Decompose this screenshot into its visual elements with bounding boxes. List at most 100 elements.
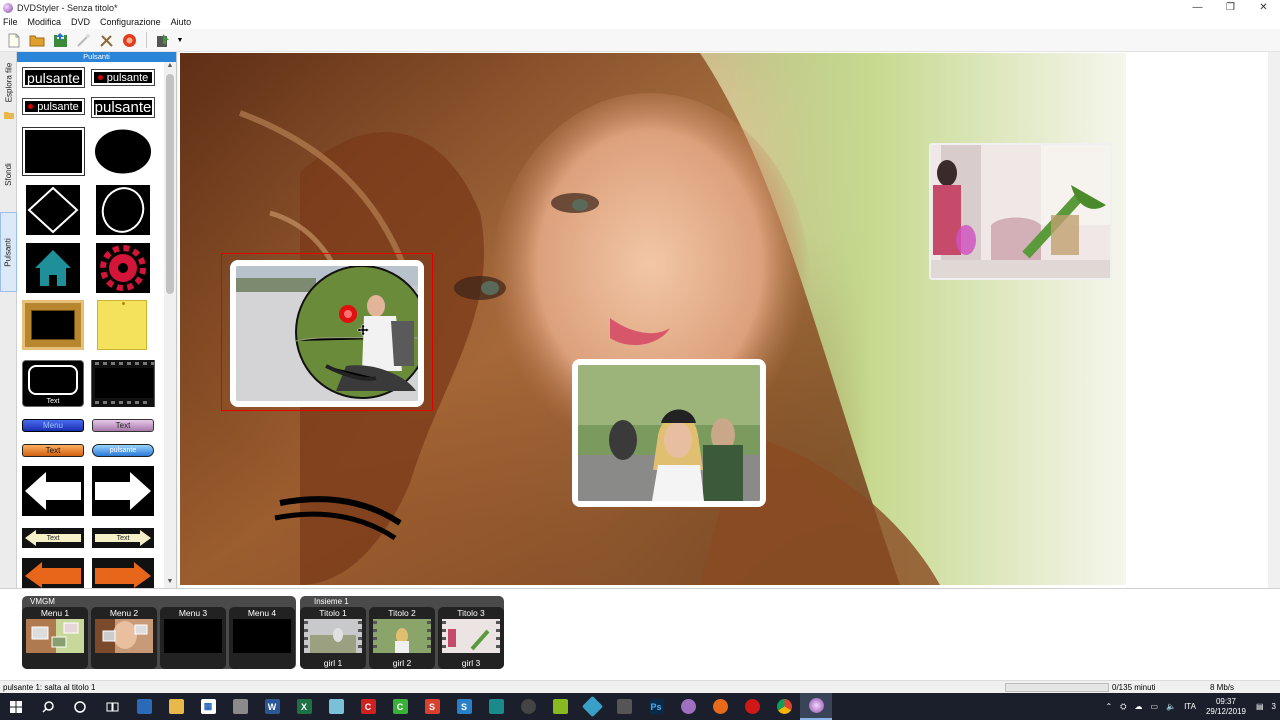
folder-tab[interactable]: [0, 110, 17, 120]
palette-dot-button[interactable]: pulsante: [91, 69, 155, 86]
menu-dvd[interactable]: DVD: [71, 17, 90, 27]
cloud-icon[interactable]: ☁: [1135, 702, 1143, 711]
taskbar-app-store[interactable]: ▦: [192, 693, 224, 720]
palette-orange-text-button[interactable]: Text: [22, 444, 84, 457]
taskbar-app-photoshop[interactable]: Ps: [640, 693, 672, 720]
disc-usage-bar: [1005, 683, 1109, 692]
palette-arrow-right[interactable]: [92, 466, 154, 516]
new-file-button[interactable]: [3, 31, 25, 49]
taskbar-app-18[interactable]: [672, 693, 704, 720]
palette-large-text-button[interactable]: pulsante: [91, 97, 155, 118]
save-button[interactable]: [49, 31, 71, 49]
palette-sticky-note[interactable]: [97, 300, 147, 350]
palette-pink-text-button[interactable]: Text: [92, 419, 154, 432]
palette-rectangle-shape[interactable]: [22, 127, 85, 176]
scroll-down-icon[interactable]: ▼: [164, 578, 176, 588]
title-1-thumb[interactable]: Titolo 1 girl 1: [300, 607, 366, 669]
search-button[interactable]: [32, 693, 64, 720]
task-view-button[interactable]: [96, 693, 128, 720]
menu-1-thumb[interactable]: Menu 1: [22, 607, 88, 669]
palette-film-frame[interactable]: [91, 360, 155, 407]
taskbar-app-9[interactable]: C: [384, 693, 416, 720]
taskbar-app-explorer[interactable]: [160, 693, 192, 720]
menu-configurazione[interactable]: Configurazione: [100, 17, 161, 27]
menu-file[interactable]: File: [3, 17, 18, 27]
open-folder-button[interactable]: [26, 31, 48, 49]
menu-modifica[interactable]: Modifica: [28, 17, 62, 27]
menu-canvas[interactable]: [180, 53, 1126, 585]
taskbar-app-excel[interactable]: X: [288, 693, 320, 720]
export-dropdown[interactable]: ▼: [175, 31, 185, 49]
chevron-up-icon[interactable]: ⌃: [1105, 702, 1112, 711]
palette-text-arrow-left[interactable]: Text: [22, 528, 84, 548]
notification-icon[interactable]: ▤: [1256, 702, 1264, 711]
button-1-photo[interactable]: [230, 260, 424, 407]
scroll-up-icon[interactable]: ▲: [164, 62, 176, 72]
palette-dot-button-2[interactable]: pulsante: [22, 98, 85, 115]
minimize-button[interactable]: —: [1181, 0, 1214, 15]
system-tray: ⌃ ⛭ ☁ ▭ 🔈 ITA 09:37 29/12/2019 ▤ 3: [1101, 693, 1280, 720]
taskbar-app-14[interactable]: [544, 693, 576, 720]
taskbar-app-1[interactable]: [128, 693, 160, 720]
taskbar-app-word[interactable]: W: [256, 693, 288, 720]
canvas-scrollbar[interactable]: [1268, 52, 1280, 588]
taskbar-app-7[interactable]: [320, 693, 352, 720]
taskbar-app-15[interactable]: [576, 693, 608, 720]
clock[interactable]: 09:37 29/12/2019: [1206, 697, 1246, 717]
close-button[interactable]: ✕: [1247, 0, 1280, 15]
menu-4-thumb[interactable]: Menu 4: [229, 607, 295, 669]
new-file-icon: [8, 33, 20, 47]
tab-sfondi[interactable]: Sfondi: [0, 152, 17, 196]
taskbar-app-10[interactable]: S: [416, 693, 448, 720]
export-button[interactable]: [152, 31, 174, 49]
burn-button[interactable]: [72, 31, 94, 49]
tab-esplora-file[interactable]: Esplora file: [0, 56, 17, 108]
cortana-button[interactable]: [64, 693, 96, 720]
taskbar-app-library[interactable]: [224, 693, 256, 720]
taskbar-app-dvdstyler[interactable]: [800, 693, 832, 720]
network-icon[interactable]: ▭: [1151, 702, 1159, 711]
tools-icon: [99, 34, 113, 47]
title-3-thumb[interactable]: Titolo 3 girl 3: [438, 607, 504, 669]
taskbar-app-12[interactable]: [480, 693, 512, 720]
settings-button[interactable]: [95, 31, 117, 49]
palette-orange-arrow-left[interactable]: [22, 558, 84, 588]
palette-menu-button[interactable]: Menu: [22, 419, 84, 432]
taskbar-app-16[interactable]: [608, 693, 640, 720]
palette-orange-arrow-right[interactable]: [92, 558, 154, 588]
palette-gear-shape[interactable]: [95, 242, 151, 294]
palette-rounded-text-frame[interactable]: Text: [22, 360, 84, 407]
palette-gold-frame[interactable]: [22, 300, 84, 350]
title-2-thumb[interactable]: Titolo 2 girl 2: [369, 607, 435, 669]
scrollbar-thumb[interactable]: [166, 74, 174, 294]
menu-3-thumb[interactable]: Menu 3: [160, 607, 226, 669]
people-icon[interactable]: ⛭: [1120, 702, 1126, 712]
palette-scrollbar[interactable]: ▲ ▼: [164, 62, 176, 588]
button-3-photo[interactable]: [929, 143, 1112, 280]
taskbar-app-8[interactable]: C: [352, 693, 384, 720]
taskbar-app-opera[interactable]: [736, 693, 768, 720]
palette-text-button[interactable]: pulsante: [22, 67, 85, 88]
menu-aiuto[interactable]: Aiuto: [171, 17, 192, 27]
stop-button[interactable]: [118, 31, 140, 49]
palette-ellipse-shape[interactable]: [92, 126, 154, 177]
palette-diamond-shape[interactable]: [25, 184, 81, 236]
palette-text-arrow-right[interactable]: Text: [92, 528, 154, 548]
group-label: Insieme 1: [314, 597, 349, 606]
taskbar-app-11[interactable]: S: [448, 693, 480, 720]
palette-oval-shape[interactable]: [95, 184, 151, 236]
taskbar-app-firefox[interactable]: [704, 693, 736, 720]
app-icon: [680, 699, 696, 714]
button-2-photo[interactable]: [572, 359, 766, 507]
language-indicator[interactable]: ITA: [1184, 702, 1196, 711]
taskbar-app-13[interactable]: [512, 693, 544, 720]
menu-2-thumb[interactable]: Menu 2: [91, 607, 157, 669]
start-button[interactable]: [0, 693, 32, 720]
taskbar-app-chrome[interactable]: [768, 693, 800, 720]
tab-pulsanti[interactable]: Pulsanti: [0, 212, 17, 292]
maximize-button[interactable]: ❐: [1214, 0, 1247, 15]
palette-pill-button[interactable]: pulsante: [92, 444, 154, 457]
palette-arrow-left[interactable]: [22, 466, 84, 516]
palette-home-shape[interactable]: [25, 242, 81, 294]
volume-icon[interactable]: 🔈: [1166, 702, 1176, 711]
